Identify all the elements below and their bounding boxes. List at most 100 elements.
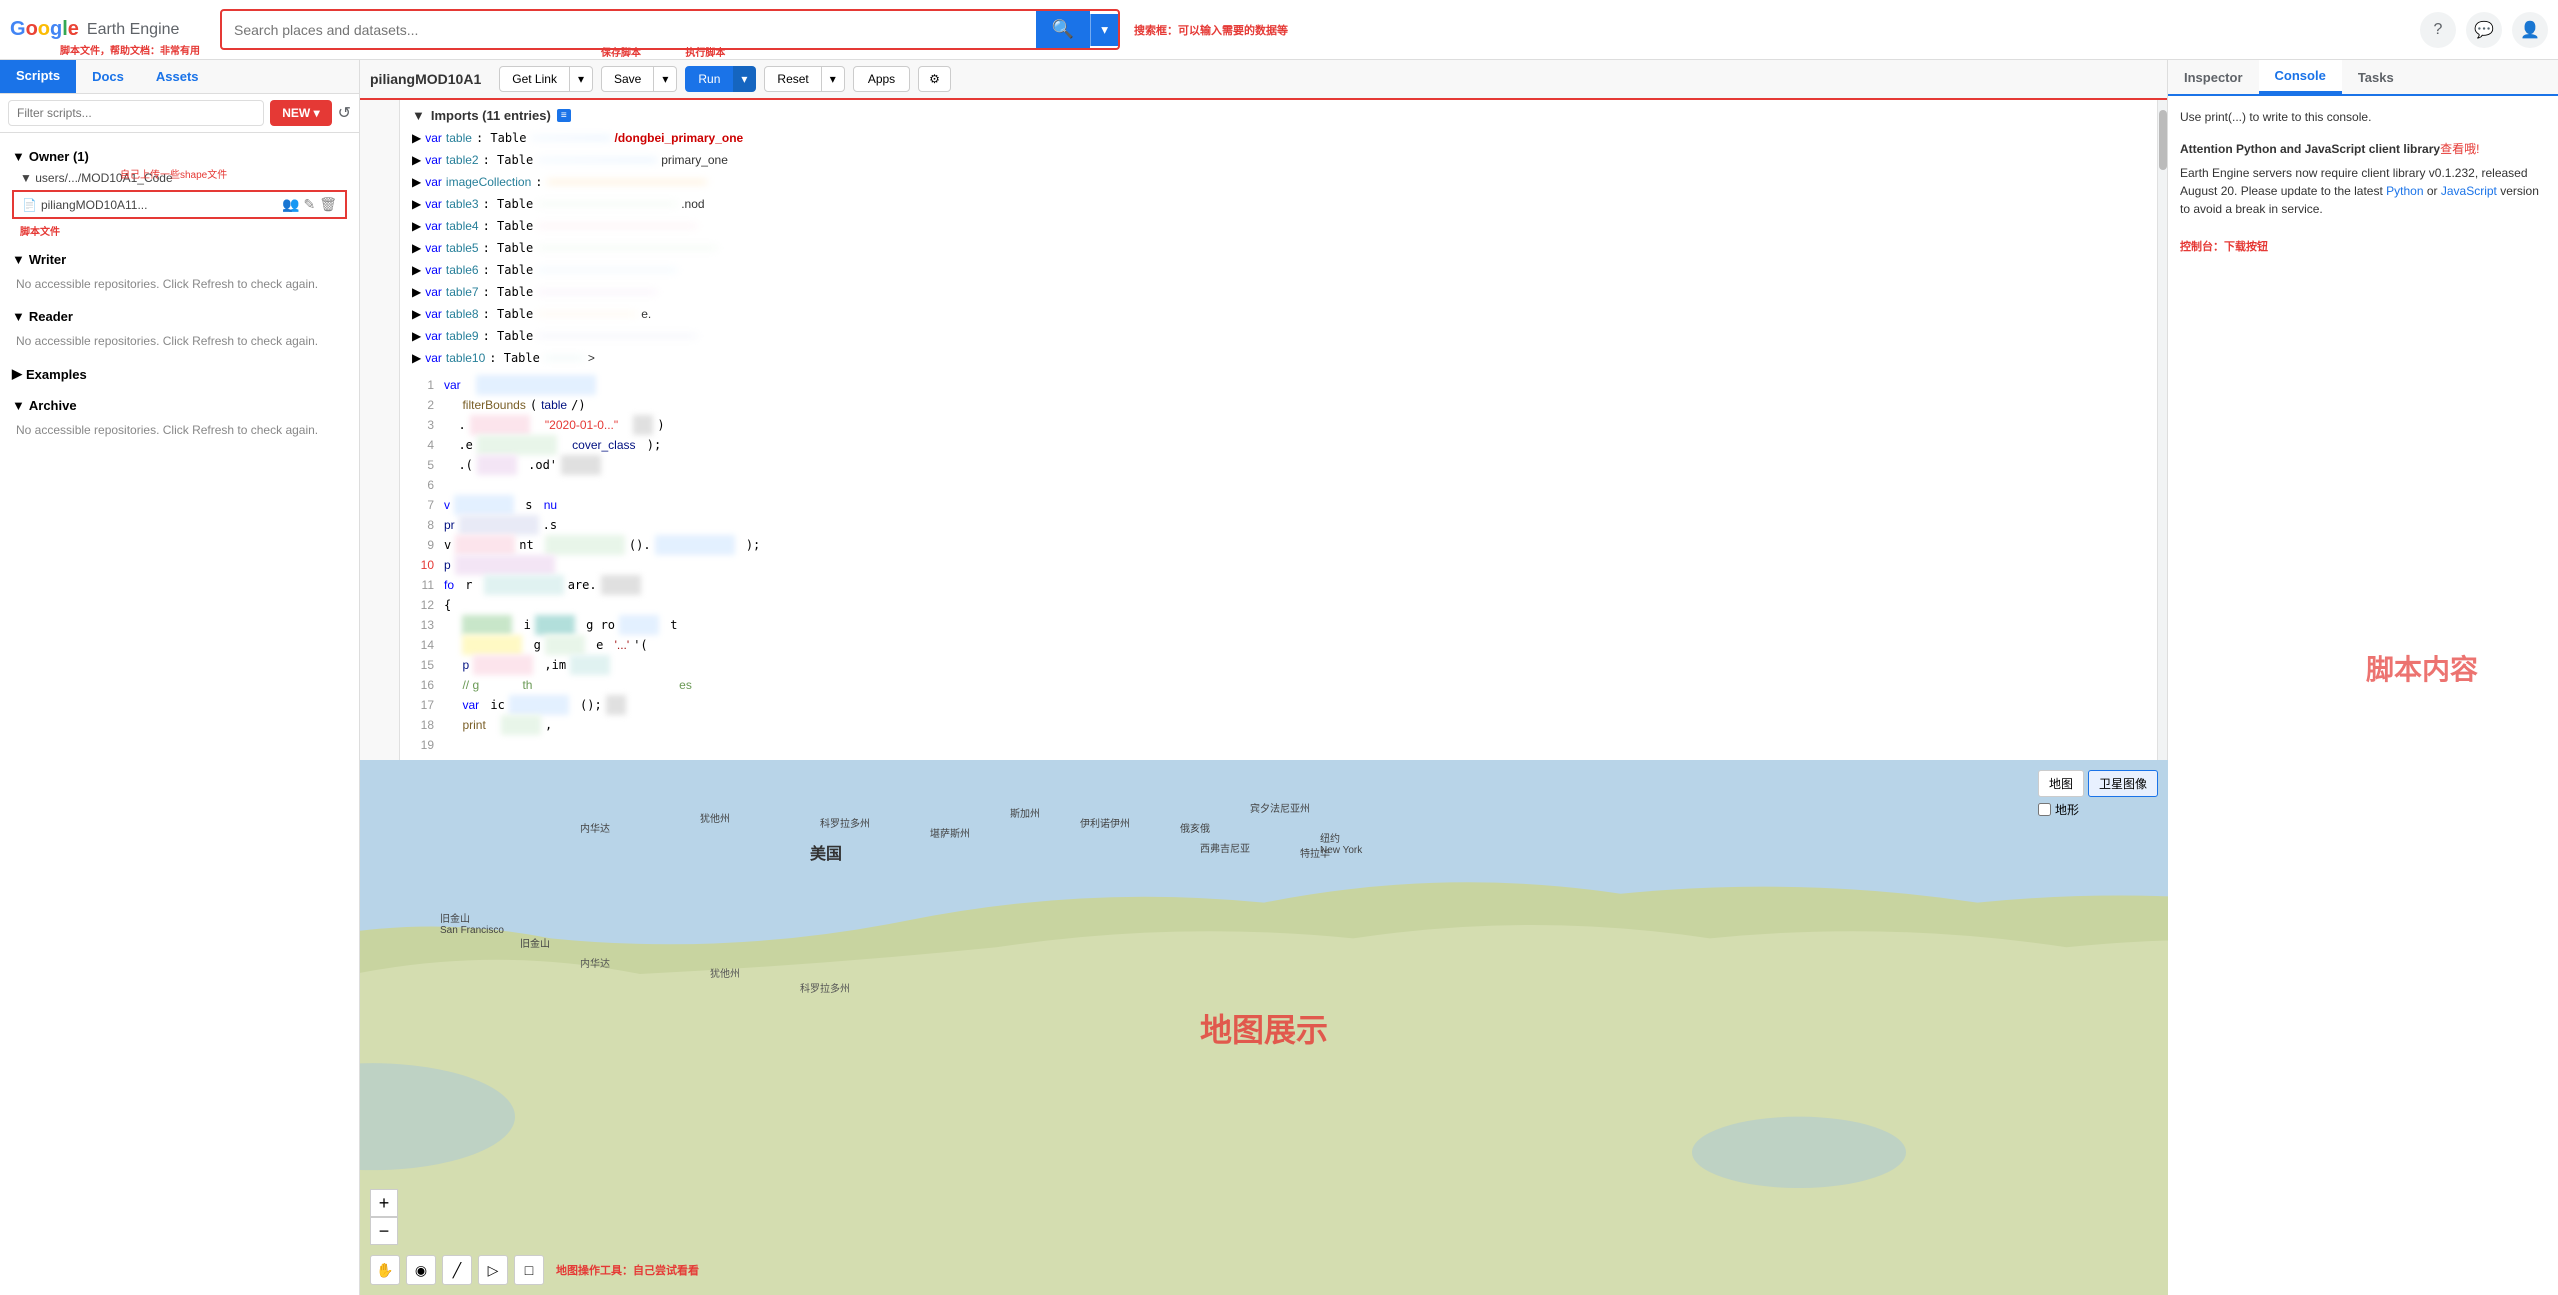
map-panel: 美国 旧金山San Francisco 内华达 犹他州 科罗拉多州 堪萨斯州 斯… — [360, 760, 2168, 1295]
imports-arrow: ▼ — [412, 108, 425, 123]
console-attention-label: Attention Python and JavaScript client l… — [2180, 142, 2440, 156]
map-type-map[interactable]: 地图 — [2038, 770, 2084, 797]
examples-header[interactable]: ▶ Examples — [0, 362, 359, 386]
zoom-in-button[interactable]: + — [370, 1189, 398, 1217]
zoom-controls: + − — [370, 1189, 398, 1245]
label-nevada2: 内华达 — [580, 955, 610, 970]
terrain-checkbox[interactable] — [2038, 803, 2051, 816]
annotation-save: 保存脚本 — [601, 44, 641, 59]
console-zh-label: 查看哦! — [2440, 142, 2479, 156]
save-dropdown[interactable]: ▾ — [654, 66, 677, 92]
left-toolbar: NEW ▾ ↺ — [0, 94, 359, 133]
map-tool-point[interactable]: ◉ — [406, 1255, 436, 1285]
import-line-6: ▶ var table6: Table — [412, 259, 2145, 281]
new-button[interactable]: NEW ▾ — [270, 100, 331, 126]
script-share-btn[interactable]: 👥 — [282, 196, 299, 213]
script-delete-btn[interactable]: 🗑 — [319, 196, 337, 213]
run-dropdown[interactable]: ▾ — [733, 66, 756, 92]
logo-google: Google — [10, 18, 79, 41]
line-numbers-col: 123456 789 10 1112131415 1617181920 — [412, 375, 444, 760]
writer-header[interactable]: ▼ Writer — [0, 248, 359, 271]
console-line-0: Use print(...) to write to this console. — [2180, 108, 2546, 126]
label-iowa: 斯加州 — [1010, 805, 1040, 820]
tab-inspector[interactable]: Inspector — [2168, 60, 2259, 94]
search-input[interactable] — [222, 14, 1036, 46]
code-line-19 — [444, 735, 2145, 755]
annotation-run: 执行脚本 — [685, 44, 725, 59]
tab-docs[interactable]: Docs — [76, 60, 140, 93]
python-link[interactable]: Python — [2386, 184, 2423, 198]
reader-header[interactable]: ▼ Reader — [0, 305, 359, 328]
left-tabs: Scripts Docs Assets — [0, 60, 359, 94]
import-line-1: ▶ var table2: Table primary_one — [412, 149, 2145, 171]
map-type-satellite[interactable]: 卫星图像 — [2088, 770, 2158, 797]
map-tool-polygon[interactable]: ▷ — [478, 1255, 508, 1285]
code-area: ▼ Imports (11 entries) ≡ ▶ var table: Ta… — [360, 100, 2167, 760]
search-container: 🔍 ▾ — [220, 9, 1120, 50]
search-button[interactable]: 🔍 — [1036, 11, 1090, 48]
tab-scripts[interactable]: Scripts — [0, 60, 76, 93]
map-tool-hand[interactable]: ✋ — [370, 1255, 400, 1285]
right-tabs: Inspector Console Tasks — [2168, 60, 2558, 96]
map-terrain-toggle[interactable]: 地形 — [2038, 801, 2158, 818]
logo: Google Earth Engine — [10, 18, 210, 41]
account-button[interactable]: 👤 — [2512, 12, 2548, 48]
code-scrollbar[interactable] — [2157, 100, 2167, 760]
import-line-7: ▶ var table7: Table — [412, 281, 2145, 303]
save-button[interactable]: Save — [601, 66, 654, 92]
code-line-5: .( .od' — [444, 455, 2145, 475]
notifications-button[interactable]: 💬 — [2466, 12, 2502, 48]
code-line-1: var — [444, 375, 2145, 395]
code-toolbar: piliangMOD10A1 Get Link ▾ 保存脚本 Save ▾ 执 — [360, 60, 2167, 100]
code-line-18: print , — [444, 715, 2145, 735]
annotation-shape: 自己上传一些shape文件 — [120, 166, 227, 181]
writer-msg: No accessible repositories. Click Refres… — [0, 271, 359, 297]
run-group-wrapper: 执行脚本 Run ▾ — [685, 66, 756, 92]
reset-dropdown[interactable]: ▾ — [822, 66, 845, 92]
code-line-17: var ic (); — [444, 695, 2145, 715]
script-filename: piliangMOD10A11... — [41, 198, 278, 212]
label-nevada: 内华达 — [580, 820, 610, 835]
scrollbar-thumb — [2159, 110, 2167, 170]
apps-button[interactable]: Apps — [853, 66, 910, 92]
filter-input[interactable] — [8, 100, 264, 126]
map-tool-rect[interactable]: □ — [514, 1255, 544, 1285]
map-tool-line[interactable]: ╱ — [442, 1255, 472, 1285]
owner-header[interactable]: ▼ Owner (1) — [0, 145, 359, 168]
section-examples: ▶ Examples — [0, 358, 359, 390]
label-colorado: 科罗拉多州 — [820, 815, 870, 830]
zoom-out-button[interactable]: − — [370, 1217, 398, 1245]
annotation-script-file: 脚本文件 — [0, 221, 359, 240]
reset-button[interactable]: Reset — [764, 66, 821, 92]
get-link-dropdown[interactable]: ▾ — [570, 66, 593, 92]
label-de: 特拉华 — [1300, 845, 1330, 860]
run-button[interactable]: Run — [685, 66, 733, 92]
code-lines-col[interactable]: var filterBounds(table/) . "2020-01-0...… — [444, 375, 2145, 760]
label-utah: 犹他州 — [700, 810, 730, 825]
map-type-controls: 地图 卫星图像 地形 — [2038, 770, 2158, 818]
settings-button[interactable]: ⚙ — [918, 66, 951, 92]
script-edit-btn[interactable]: ✎ — [303, 196, 315, 213]
label-kansas: 堪萨斯州 — [930, 825, 970, 840]
code-content[interactable]: ▼ Imports (11 entries) ≡ ▶ var table: Ta… — [400, 100, 2157, 760]
tab-console[interactable]: Console — [2259, 60, 2342, 94]
annotation-script-docs: 脚本文件，帮助文档：非常有用 — [60, 42, 200, 57]
archive-header[interactable]: ▼ Archive — [0, 394, 359, 417]
center-area: piliangMOD10A1 Get Link ▾ 保存脚本 Save ▾ 执 — [360, 60, 2168, 1295]
help-button[interactable]: ? — [2420, 12, 2456, 48]
javascript-link[interactable]: JavaScript — [2441, 184, 2497, 198]
logo-earth: Earth Engine — [87, 21, 180, 39]
refresh-button[interactable]: ↺ — [338, 103, 351, 123]
imports-header[interactable]: ▼ Imports (11 entries) ≡ — [412, 108, 2145, 123]
tab-assets[interactable]: Assets — [140, 60, 215, 93]
reset-group: Reset ▾ — [764, 66, 844, 92]
label-illinois: 伊利诺伊州 — [1080, 815, 1130, 830]
code-line-6 — [444, 475, 2145, 495]
tab-tasks[interactable]: Tasks — [2342, 60, 2410, 94]
import-line-4: ▶ var table4: Table — [412, 215, 2145, 237]
main-area: 脚本文件，帮助文档：非常有用 Scripts Docs Assets NEW ▾… — [0, 60, 2558, 1295]
code-line-3: . "2020-01-0..." ) — [444, 415, 2145, 435]
get-link-button[interactable]: Get Link — [499, 66, 570, 92]
search-dropdown-button[interactable]: ▾ — [1090, 14, 1118, 46]
code-line-16: // g th es — [444, 675, 2145, 695]
